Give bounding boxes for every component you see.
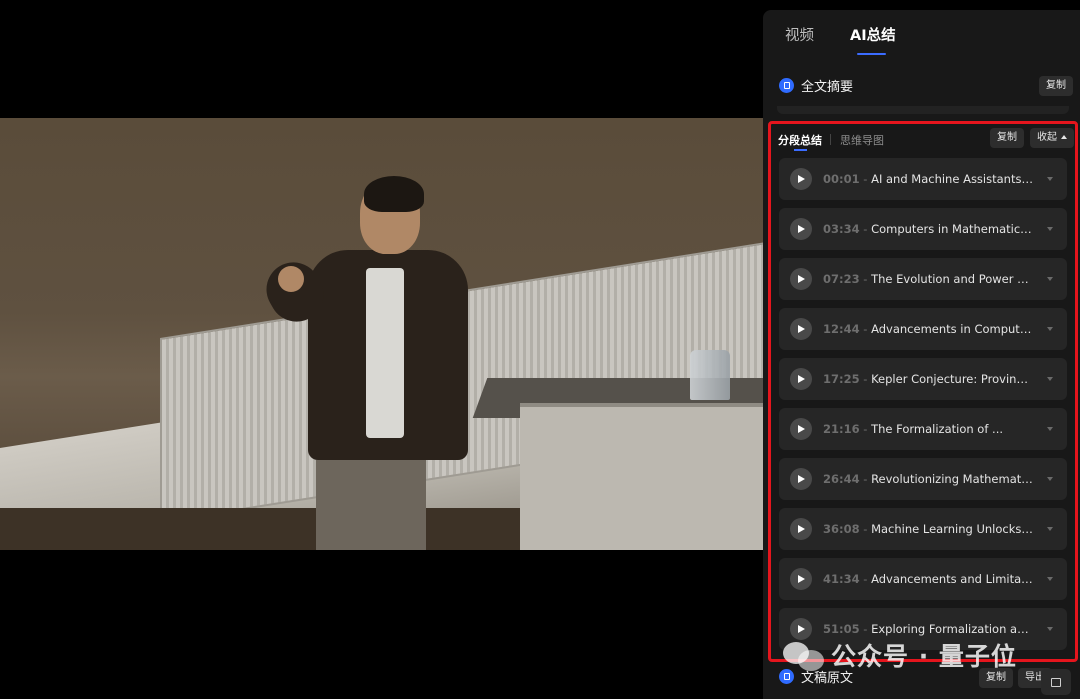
transcript-title: 文稿原文 bbox=[801, 671, 854, 686]
segment-list: 00:01 - AI and Machine Assistants ... 03:… bbox=[779, 158, 1067, 658]
segment-timestamp: 00:01 bbox=[823, 172, 860, 186]
transcript-header[interactable]: 文稿原文 bbox=[779, 667, 853, 686]
segment-timestamp: 26:44 bbox=[823, 472, 860, 486]
segment-title: The Formalization of ... bbox=[871, 422, 1004, 436]
transcript-copy-button[interactable]: 复制 bbox=[979, 668, 1013, 688]
segment-label: 07:23 - The Evolution and Power of ... bbox=[823, 272, 1033, 286]
segment-timestamp: 07:23 bbox=[823, 272, 860, 286]
video-scene-bottles bbox=[690, 350, 730, 400]
chevron-down-icon[interactable] bbox=[1047, 577, 1053, 581]
full-summary-content bbox=[777, 106, 1069, 114]
segment-label: 51:05 - Exploring Formalization and ... bbox=[823, 622, 1033, 636]
chevron-down-icon[interactable] bbox=[1047, 527, 1053, 531]
segment-title: AI and Machine Assistants ... bbox=[871, 172, 1033, 186]
play-icon[interactable] bbox=[790, 468, 812, 490]
segment-title: Advancements in Computer-... bbox=[871, 322, 1033, 336]
chevron-down-icon[interactable] bbox=[1047, 227, 1053, 231]
chevron-down-icon[interactable] bbox=[1047, 377, 1053, 381]
video-player[interactable] bbox=[0, 0, 763, 699]
feedback-button[interactable] bbox=[1041, 669, 1071, 695]
tab-video[interactable]: 视频 bbox=[785, 24, 814, 45]
segment-item[interactable]: 41:34 - Advancements and Limitatio... bbox=[779, 558, 1067, 600]
chevron-down-icon[interactable] bbox=[1047, 177, 1053, 181]
chevron-down-icon[interactable] bbox=[1047, 277, 1053, 281]
segment-label: 17:25 - Kepler Conjecture: Proving t... bbox=[823, 372, 1033, 386]
play-icon[interactable] bbox=[790, 568, 812, 590]
collapse-label: 收起 bbox=[1037, 132, 1057, 143]
segment-label: 12:44 - Advancements in Computer-... bbox=[823, 322, 1033, 336]
segment-item[interactable]: 21:16 - The Formalization of ... bbox=[779, 408, 1067, 450]
segment-item[interactable]: 00:01 - AI and Machine Assistants ... bbox=[779, 158, 1067, 200]
segment-timestamp: 17:25 bbox=[823, 372, 860, 386]
tab-divider bbox=[830, 134, 831, 145]
play-icon[interactable] bbox=[790, 368, 812, 390]
segment-title: Advancements and Limitatio... bbox=[871, 572, 1033, 586]
segment-tab-indicator bbox=[794, 149, 807, 151]
full-summary-header[interactable]: 全文摘要 bbox=[779, 76, 853, 95]
segment-copy-button[interactable]: 复制 bbox=[990, 128, 1024, 148]
segment-item[interactable]: 36:08 - Machine Learning Unlocks ... bbox=[779, 508, 1067, 550]
document-icon bbox=[779, 78, 794, 93]
segment-timestamp: 21:16 bbox=[823, 422, 860, 436]
segment-title: Computers in Mathematics: ... bbox=[871, 222, 1033, 236]
segment-timestamp: 41:34 bbox=[823, 572, 860, 586]
segment-timestamp: 51:05 bbox=[823, 622, 860, 636]
video-scene-desk bbox=[520, 403, 763, 550]
tab-ai-summary[interactable]: AI总结 bbox=[850, 24, 896, 45]
segment-title: Revolutionizing Mathematic... bbox=[871, 472, 1033, 486]
panel-tabs: 视频 AI总结 bbox=[763, 10, 1080, 66]
segment-summary-section: 分段总结 思维导图 复制 收起 00:01 - AI and Machine A… bbox=[768, 121, 1078, 662]
segment-title: The Evolution and Power of ... bbox=[871, 272, 1033, 286]
segment-label: 21:16 - The Formalization of ... bbox=[823, 422, 1004, 436]
chevron-down-icon[interactable] bbox=[1047, 327, 1053, 331]
play-icon[interactable] bbox=[790, 268, 812, 290]
segment-title: Exploring Formalization and ... bbox=[871, 622, 1033, 636]
play-icon[interactable] bbox=[790, 418, 812, 440]
document-icon bbox=[779, 669, 794, 684]
segment-timestamp: 36:08 bbox=[823, 522, 860, 536]
collapse-button[interactable]: 收起 bbox=[1030, 128, 1074, 148]
segment-label: 41:34 - Advancements and Limitatio... bbox=[823, 572, 1033, 586]
tab-active-indicator bbox=[857, 53, 886, 55]
chevron-down-icon[interactable] bbox=[1047, 477, 1053, 481]
segment-item[interactable]: 07:23 - The Evolution and Power of ... bbox=[779, 258, 1067, 300]
message-icon bbox=[1051, 677, 1061, 687]
segment-timestamp: 03:34 bbox=[823, 222, 860, 236]
chevron-down-icon[interactable] bbox=[1047, 427, 1053, 431]
segment-item[interactable]: 51:05 - Exploring Formalization and ... bbox=[779, 608, 1067, 650]
tab-mind-map[interactable]: 思维导图 bbox=[840, 132, 884, 148]
video-scene-speaker bbox=[256, 176, 478, 550]
segment-item[interactable]: 17:25 - Kepler Conjecture: Proving t... bbox=[779, 358, 1067, 400]
segment-label: 26:44 - Revolutionizing Mathematic... bbox=[823, 472, 1033, 486]
segment-label: 03:34 - Computers in Mathematics: ... bbox=[823, 222, 1033, 236]
segment-item[interactable]: 12:44 - Advancements in Computer-... bbox=[779, 308, 1067, 350]
chevron-down-icon[interactable] bbox=[1047, 627, 1053, 631]
segment-item[interactable]: 26:44 - Revolutionizing Mathematic... bbox=[779, 458, 1067, 500]
segment-title: Machine Learning Unlocks ... bbox=[871, 522, 1033, 536]
ai-summary-panel: 视频 AI总结 全文摘要 复制 分段总结 思维导图 复制 收起 00:01 - … bbox=[763, 10, 1080, 699]
segment-item[interactable]: 03:34 - Computers in Mathematics: ... bbox=[779, 208, 1067, 250]
play-icon[interactable] bbox=[790, 618, 812, 640]
segment-timestamp: 12:44 bbox=[823, 322, 860, 336]
segment-title: Kepler Conjecture: Proving t... bbox=[871, 372, 1033, 386]
video-frame[interactable] bbox=[0, 118, 763, 550]
play-icon[interactable] bbox=[790, 168, 812, 190]
play-icon[interactable] bbox=[790, 318, 812, 340]
chevron-up-icon bbox=[1061, 135, 1067, 139]
full-summary-copy-button[interactable]: 复制 bbox=[1039, 76, 1073, 96]
segment-label: 00:01 - AI and Machine Assistants ... bbox=[823, 172, 1033, 186]
play-icon[interactable] bbox=[790, 218, 812, 240]
play-icon[interactable] bbox=[790, 518, 812, 540]
segment-label: 36:08 - Machine Learning Unlocks ... bbox=[823, 522, 1033, 536]
full-summary-title: 全文摘要 bbox=[801, 80, 854, 95]
tab-segment-summary[interactable]: 分段总结 bbox=[778, 132, 822, 148]
